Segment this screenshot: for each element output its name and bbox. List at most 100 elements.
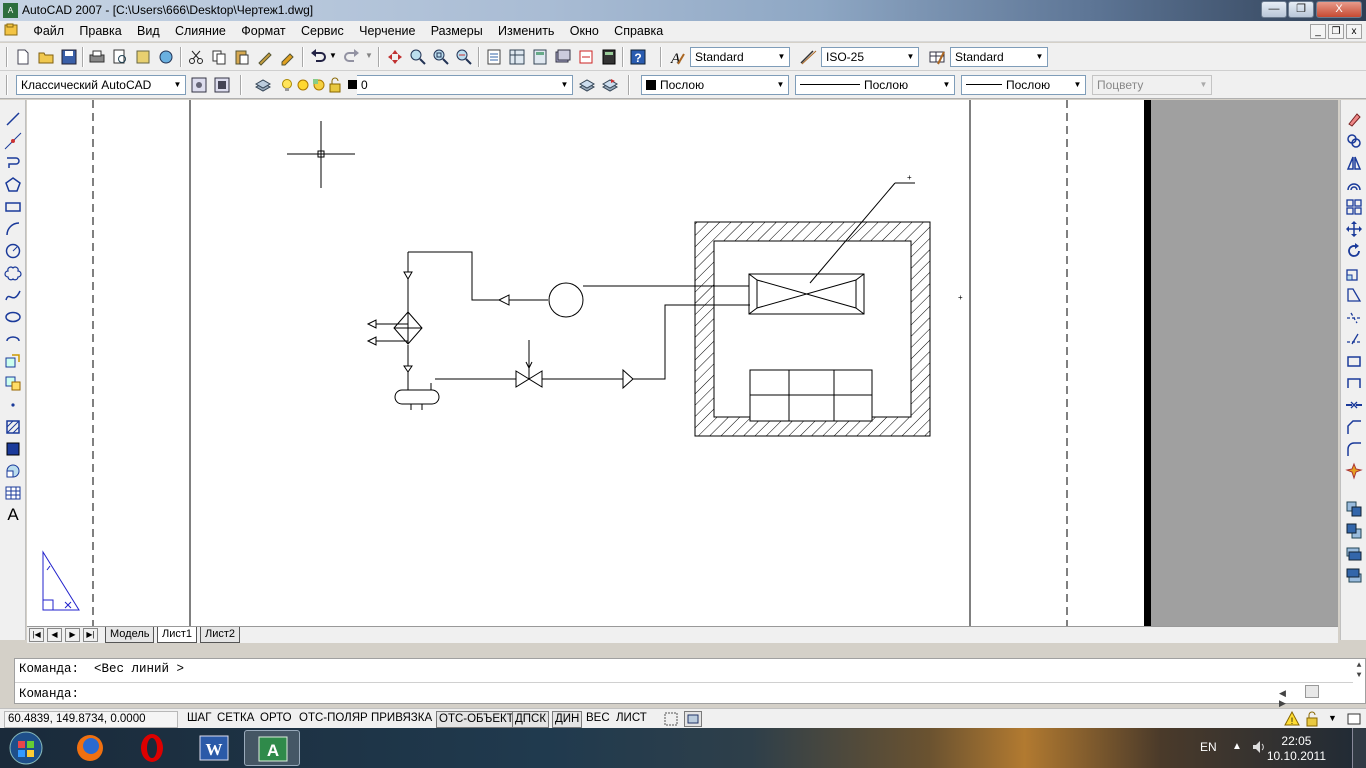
ducs-toggle[interactable]: ДПСК <box>512 711 550 728</box>
command-scroll-buttons[interactable]: ▲ ▼ <box>1353 661 1365 681</box>
region-icon[interactable] <box>4 462 22 480</box>
3d-dwf-icon[interactable] <box>157 48 175 66</box>
make-object-layer-current-icon[interactable] <box>578 76 596 94</box>
point-icon[interactable] <box>4 396 22 414</box>
menu-format[interactable]: Формат <box>235 21 291 42</box>
polyline-icon[interactable] <box>4 154 22 172</box>
paste-icon[interactable] <box>233 48 251 66</box>
autocad-task-icon[interactable]: A <box>244 730 300 766</box>
rotate-icon[interactable] <box>1345 242 1363 260</box>
layer-unlock-icon[interactable] <box>326 76 341 94</box>
doc-close-button[interactable]: x <box>1346 24 1362 39</box>
layer-select[interactable]: 0 ▼ <box>357 75 573 95</box>
dyn-toggle[interactable]: ДИН <box>552 711 583 728</box>
fillet-icon[interactable] <box>1345 440 1363 458</box>
quickcalc-icon[interactable] <box>600 48 618 66</box>
plot-preview-icon[interactable] <box>111 48 129 66</box>
zoom-realtime-icon[interactable] <box>409 48 427 66</box>
toolbar-grip[interactable] <box>6 47 8 67</box>
menu-window[interactable]: Окно <box>564 21 605 42</box>
show-desktop-button[interactable] <box>1352 728 1366 768</box>
doc-minimize-button[interactable]: _ <box>1310 24 1326 39</box>
layer-viewport-icon[interactable] <box>310 76 325 94</box>
design-center-icon[interactable] <box>508 48 526 66</box>
circle-icon[interactable] <box>4 242 22 260</box>
join-icon[interactable] <box>1345 396 1363 414</box>
menu-merge[interactable]: Слияние <box>169 21 232 42</box>
drawing-area[interactable]: + + <box>27 100 1338 626</box>
line-icon[interactable] <box>4 110 22 128</box>
gradient-icon[interactable] <box>4 440 22 458</box>
system-clock[interactable]: 22:05 10.10.2011 <box>1267 734 1326 764</box>
block-editor-icon[interactable] <box>279 48 297 66</box>
tab-sheet2[interactable]: Лист2 <box>200 627 241 643</box>
new-icon[interactable] <box>14 48 32 66</box>
cut-icon[interactable] <box>187 48 205 66</box>
explode-icon[interactable] <box>1345 462 1363 480</box>
osnap-toggle[interactable]: ПРИВЯЗКА <box>369 711 434 728</box>
chamfer-icon[interactable] <box>1345 418 1363 436</box>
offset-icon[interactable] <box>1345 176 1363 194</box>
sheet-set-manager-icon[interactable] <box>554 48 572 66</box>
arc-icon[interactable] <box>4 220 22 238</box>
my-workspace-icon[interactable] <box>213 76 231 94</box>
publish-icon[interactable] <box>134 48 152 66</box>
dim-style-icon[interactable] <box>799 48 817 66</box>
menu-dimension[interactable]: Размеры <box>425 21 489 42</box>
close-button[interactable]: X <box>1316 1 1362 18</box>
multiline-text-icon[interactable]: A <box>4 506 22 524</box>
properties-icon[interactable] <box>485 48 503 66</box>
show-hidden-icons-icon[interactable]: ▲ <box>1232 741 1242 752</box>
viewport-icon[interactable] <box>664 712 678 726</box>
layer-thaw-icon[interactable] <box>294 76 309 94</box>
dim-style-select[interactable]: ISO-25 ▼ <box>821 47 919 67</box>
status-menu-chevron-icon[interactable]: ▼ <box>1328 713 1337 723</box>
rectangle-icon[interactable] <box>4 198 22 216</box>
mirror-icon[interactable] <box>1345 154 1363 172</box>
color-select[interactable]: Послою ▼ <box>641 75 789 95</box>
command-hscroll[interactable]: ◀ ▶ <box>1279 685 1339 709</box>
markup-set-manager-icon[interactable] <box>577 48 595 66</box>
menu-edit[interactable]: Правка <box>73 21 127 42</box>
opera-icon[interactable] <box>124 730 180 766</box>
command-window[interactable]: Команда: <Вес линий > Команда: ▲ ▼ ◀ ▶ <box>14 658 1366 709</box>
table-icon[interactable] <box>4 484 22 502</box>
clean-screen-icon[interactable] <box>1346 711 1362 727</box>
comm-center-icon[interactable]: ! <box>1284 710 1300 727</box>
send-to-back-icon[interactable] <box>1345 522 1363 540</box>
document-menu-icon[interactable] <box>0 21 24 42</box>
save-icon[interactable] <box>60 48 78 66</box>
menu-tools[interactable]: Сервис <box>295 21 350 42</box>
model-paper-toggle[interactable]: ЛИСТ <box>614 711 649 728</box>
menu-help[interactable]: Справка <box>608 21 669 42</box>
toolbar-grip[interactable] <box>6 75 8 95</box>
doc-restore-button[interactable]: ❐ <box>1328 24 1344 39</box>
table-style-select[interactable]: Standard ▼ <box>950 47 1048 67</box>
text-style-icon[interactable]: A <box>668 48 686 67</box>
copy-object-icon[interactable] <box>1345 132 1363 150</box>
construction-line-icon[interactable] <box>4 132 22 150</box>
array-icon[interactable] <box>1345 198 1363 216</box>
next-tab-button[interactable]: ▶ <box>65 628 80 642</box>
snap-toggle[interactable]: ШАГ <box>185 711 213 728</box>
grid-toggle[interactable]: СЕТКА <box>215 711 256 728</box>
help-icon[interactable]: ? <box>629 48 647 66</box>
match-properties-icon[interactable] <box>256 48 274 66</box>
stretch-icon[interactable] <box>1345 286 1363 304</box>
tool-palettes-icon[interactable] <box>531 48 549 66</box>
zoom-window-icon[interactable] <box>432 48 450 66</box>
workspace-select[interactable]: Классический AutoCAD ▼ <box>16 75 186 95</box>
menu-draw[interactable]: Черчение <box>353 21 421 42</box>
workspace-settings-icon[interactable] <box>190 76 208 94</box>
tab-model[interactable]: Модель <box>105 627 155 643</box>
pan-icon[interactable] <box>386 48 404 66</box>
bring-to-front-icon[interactable] <box>1345 500 1363 518</box>
linetype-select[interactable]: Послою ▼ <box>795 75 955 95</box>
polygon-icon[interactable] <box>4 176 22 194</box>
table-style-icon[interactable] <box>928 48 946 66</box>
send-under-icon[interactable] <box>1345 566 1363 584</box>
bring-above-icon[interactable] <box>1345 544 1363 562</box>
zoom-previous-icon[interactable] <box>455 48 473 66</box>
erase-icon[interactable] <box>1345 110 1363 128</box>
minimize-button[interactable]: — <box>1261 1 1287 18</box>
